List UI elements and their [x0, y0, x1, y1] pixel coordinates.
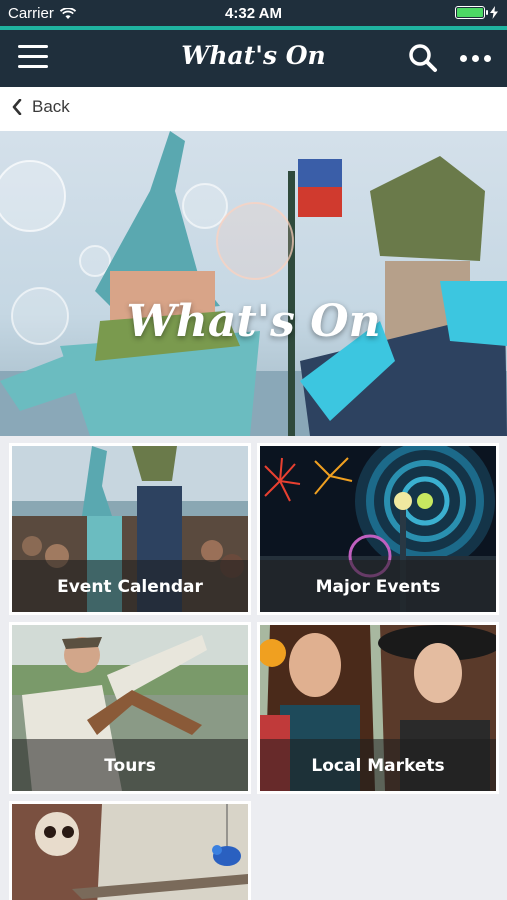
hero-banner: What's On	[0, 131, 507, 436]
tile-tours[interactable]: Tours	[9, 622, 251, 794]
battery-icon	[455, 6, 488, 19]
partial-tile-image	[12, 804, 248, 900]
tile-partial[interactable]	[9, 801, 251, 900]
menu-icon[interactable]	[18, 45, 48, 71]
nav-bar: What's On	[0, 30, 507, 87]
chevron-left-icon	[12, 99, 22, 115]
tile-event-calendar[interactable]: Event Calendar	[9, 443, 251, 615]
tile-major-events[interactable]: Major Events	[257, 443, 499, 615]
hero-title: What's On	[126, 296, 381, 347]
back-button[interactable]: Back	[12, 97, 70, 117]
tile-local-markets[interactable]: Local Markets	[257, 622, 499, 794]
back-label: Back	[32, 97, 70, 116]
tile-label: Major Events	[315, 577, 441, 597]
tile-label: Event Calendar	[57, 577, 203, 597]
status-time: 4:32 AM	[225, 5, 282, 22]
tile-label: Local Markets	[311, 756, 445, 776]
back-bar: Back	[0, 87, 507, 131]
status-bar: Carrier 4:32 AM	[0, 0, 507, 26]
charging-bolt-icon	[490, 6, 498, 19]
more-icon[interactable]	[460, 46, 492, 70]
search-icon[interactable]	[407, 42, 439, 74]
hero-image	[0, 131, 507, 436]
tile-label: Tours	[104, 756, 156, 776]
